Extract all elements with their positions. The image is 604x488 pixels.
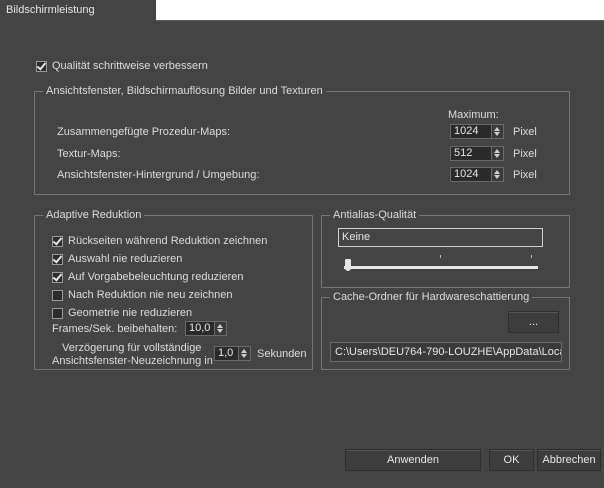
checkbox-box: [52, 307, 63, 319]
seconds-unit-label: Sekunden: [257, 348, 307, 360]
antialias-value: Keine: [342, 231, 371, 243]
spinner-value[interactable]: 512: [450, 146, 492, 161]
spinner-value[interactable]: 1,0: [214, 346, 239, 361]
checkbox-label: Auf Vorgabebeleuchtung reduzieren: [68, 271, 244, 283]
spinner-arrows-icon[interactable]: [492, 124, 504, 139]
maximum-label: Maximum:: [448, 109, 499, 121]
spinner-arrows-icon[interactable]: [239, 346, 251, 361]
delay-label-line2: Ansichtsfenster-Neuzeichnung in: [52, 355, 213, 367]
fps-label: Frames/Sek. beibehalten:: [52, 323, 178, 335]
delay-label-line1: Verzögerung für vollständige: [62, 342, 202, 354]
checkbox-label: Rückseiten während Reduktion zeichnen: [68, 235, 268, 247]
spinner-arrows-icon[interactable]: [492, 167, 504, 182]
procedural-maps-spinner[interactable]: 1024: [450, 124, 504, 139]
tab-label: Bildschirmleistung: [6, 4, 95, 16]
delay-spinner[interactable]: 1,0: [214, 346, 251, 361]
spinner-arrows-icon[interactable]: [492, 146, 504, 161]
never-redraw-checkbox[interactable]: Nach Reduktion nie neu zeichnen: [52, 289, 233, 301]
never-degrade-selection-checkbox[interactable]: Auswahl nie reduzieren: [52, 253, 182, 265]
cache-path-field[interactable]: C:\Users\DEU764-790-LOUZHE\AppData\Local: [330, 342, 562, 362]
group-title: Adaptive Reduktion: [43, 209, 145, 222]
spinner-value[interactable]: 10,0: [185, 321, 215, 336]
spinner-arrows-icon[interactable]: [215, 321, 227, 336]
texture-maps-spinner[interactable]: 512: [450, 146, 504, 161]
ok-button[interactable]: OK: [489, 449, 534, 471]
antialias-slider-track[interactable]: [344, 266, 538, 269]
checkbox-box: [52, 271, 63, 283]
backface-checkbox[interactable]: Rückseiten während Reduktion zeichnen: [52, 235, 267, 247]
checkbox-box: [52, 235, 63, 247]
checkbox-label: Geometrie nie reduzieren: [68, 307, 193, 319]
group-title: Antialias-Qualität: [330, 209, 420, 222]
fps-spinner[interactable]: 10,0: [185, 321, 227, 336]
default-lighting-checkbox[interactable]: Auf Vorgabebeleuchtung reduzieren: [52, 271, 244, 283]
pixel-unit-label: Pixel: [513, 126, 537, 138]
checkbox-box: [52, 253, 63, 265]
checkbox-label: Qualität schrittweise verbessern: [52, 60, 208, 72]
tab-strip-divider: [155, 20, 604, 21]
viewport-background-spinner[interactable]: 1024: [450, 167, 504, 182]
spinner-value[interactable]: 1024: [450, 124, 492, 139]
tab-strip-empty-area: [156, 0, 604, 20]
never-degrade-geometry-checkbox[interactable]: Geometrie nie reduzieren: [52, 307, 192, 319]
progressive-quality-checkbox[interactable]: Qualität schrittweise verbessern: [36, 60, 208, 72]
procedural-maps-label: Zusammengefügte Prozedur-Maps:: [57, 126, 231, 138]
apply-button[interactable]: Anwenden: [345, 449, 481, 471]
group-title: Cache-Ordner für Hardwareschattierung: [330, 291, 533, 304]
viewport-background-label: Ansichtsfenster-Hintergrund / Umgebung:: [57, 169, 260, 181]
antialias-value-display: Keine: [338, 228, 543, 247]
cancel-button[interactable]: Abbrechen: [537, 449, 601, 471]
checkbox-box: [52, 289, 63, 301]
pixel-unit-label: Pixel: [513, 148, 537, 160]
slider-tick: [531, 255, 532, 258]
tab-bildschirmleistung[interactable]: Bildschirmleistung: [0, 0, 155, 22]
antialias-group: Antialias-Qualität: [321, 209, 570, 288]
spinner-value[interactable]: 1024: [450, 167, 492, 182]
checkbox-box: [36, 60, 47, 72]
checkbox-label: Auswahl nie reduzieren: [68, 253, 183, 265]
antialias-slider-thumb[interactable]: [345, 259, 351, 271]
cache-path-text: C:\Users\DEU764-790-LOUZHE\AppData\Local: [335, 346, 562, 358]
group-title: Ansichtsfenster, Bildschirmauflösung Bil…: [43, 85, 326, 98]
browse-button[interactable]: ...: [508, 311, 559, 333]
slider-tick: [440, 255, 441, 258]
texture-maps-label: Textur-Maps:: [57, 148, 121, 160]
pixel-unit-label: Pixel: [513, 169, 537, 181]
checkbox-label: Nach Reduktion nie neu zeichnen: [68, 289, 233, 301]
